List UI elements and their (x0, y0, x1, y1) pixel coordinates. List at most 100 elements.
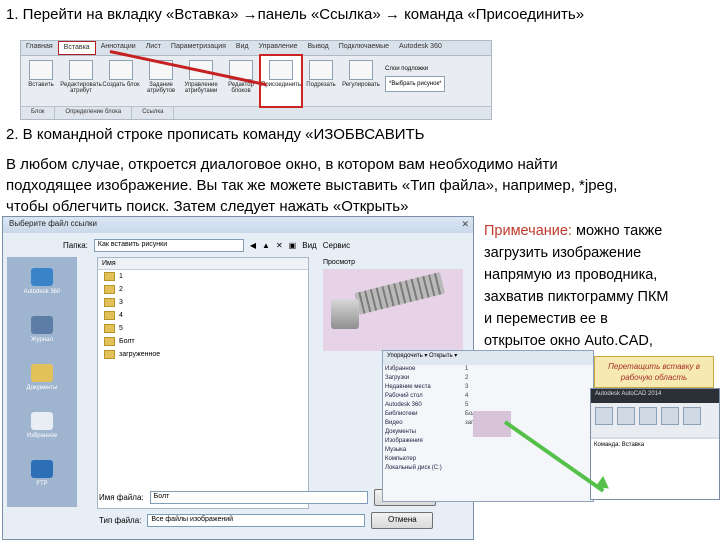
ribbon-tab[interactable]: Вывод (303, 41, 334, 55)
command-line: Команда: Вставка (594, 442, 645, 448)
manage-attributes-button[interactable]: Управление атрибутами (181, 56, 221, 106)
underlay-layers-item[interactable]: Слои подложки (385, 62, 445, 76)
place-item[interactable]: FTP (7, 449, 77, 497)
clip-button[interactable]: Подрезать (301, 56, 341, 106)
image-file-icon (104, 272, 115, 281)
note-text: Примечание: можно также загрузить изобра… (484, 220, 716, 352)
name-column-header[interactable]: Имя (98, 258, 308, 270)
file-row[interactable]: 3 (98, 296, 308, 309)
adjust-button[interactable]: Регулировать (341, 56, 381, 106)
note-line: захватив пиктограмму ПКМ (484, 289, 669, 305)
autocad-title: Autodesk AutoCAD 2014 (591, 389, 719, 403)
back-icon[interactable]: ◀ (250, 241, 256, 250)
ribbon-tab[interactable]: Параметризация (166, 41, 231, 55)
explorer-toolbar: Упорядочить ▾ Открыть ▾ (383, 351, 593, 365)
folder-dropdown[interactable]: Как вставить рисунки (93, 239, 244, 252)
close-icon[interactable]: ✕ (461, 219, 469, 230)
tools-menu[interactable]: Сервис (323, 241, 350, 250)
callout-note: Перетащить вставку в рабочую область (594, 356, 714, 388)
filetype-dropdown[interactable]: Все файлы изображений (147, 514, 366, 527)
cancel-button[interactable]: Отмена (371, 512, 434, 529)
ribbon-tabs: Главная Вставка Аннотации Лист Параметри… (21, 41, 491, 56)
bolt-head (331, 299, 359, 329)
step-2-text: 2. В командной строке прописать команду … (6, 126, 425, 143)
bolt-shaft (354, 272, 446, 315)
preview-label: Просмотр (323, 259, 355, 266)
file-row[interactable]: 2 (98, 283, 308, 296)
clip-icon (309, 60, 333, 80)
paragraph-line: чтобы облегчить поиск. Затем следует наж… (6, 198, 409, 215)
group-reference: Ссылка (132, 107, 175, 119)
file-row[interactable]: 1 (98, 270, 308, 283)
folder-label: Папка: (63, 241, 88, 250)
circle-tool-icon (639, 407, 657, 425)
ftp-icon (31, 459, 53, 478)
documents-folder-icon (31, 363, 53, 382)
ribbon-tab[interactable]: Вид (231, 41, 254, 55)
file-row[interactable]: Болт (98, 335, 308, 348)
note-line: и переместив ее в (484, 311, 608, 327)
places-sidebar: Autodesk 360 Журнал Документы Избранное … (7, 257, 77, 507)
text-tool-icon (683, 407, 701, 425)
explorer-screenshot: Упорядочить ▾ Открыть ▾ Избранное Загруз… (382, 350, 594, 502)
dialog-title: Выберите файл ссылки (3, 217, 473, 233)
place-item[interactable]: Autodesk 360 (7, 257, 77, 305)
file-row[interactable]: 4 (98, 309, 308, 322)
place-item[interactable]: Документы (7, 353, 77, 401)
ribbon-tab-insert[interactable]: Вставка (57, 41, 96, 55)
bolt-preview-image (323, 269, 463, 351)
explorer-tree: Избранное Загрузки Недавние места Рабочи… (385, 366, 442, 471)
place-item[interactable]: Журнал (7, 305, 77, 353)
arc-tool-icon (661, 407, 679, 425)
attach-button[interactable]: Присоединить (259, 54, 303, 108)
file-row[interactable]: 5 (98, 322, 308, 335)
note-line: напрямую из проводника, (484, 267, 658, 283)
drawing-area: Команда: Вставка (591, 439, 719, 499)
insert-icon (29, 60, 53, 80)
filename-label: Имя файла: (99, 493, 144, 502)
note-line: открытое окно Auto.CAD, (484, 333, 653, 349)
edit-attribute-icon (69, 60, 93, 80)
paragraph-line: В любом случае, откроется диалоговое окн… (6, 156, 558, 173)
instruction-paragraph: В любом случае, откроется диалоговое окн… (6, 154, 706, 217)
image-file-icon (104, 285, 115, 294)
file-row[interactable]: загруженное (98, 348, 308, 361)
ribbon-tab[interactable]: Подключаемые (334, 41, 394, 55)
note-line: загрузить изображение (484, 245, 642, 261)
image-file-icon (104, 298, 115, 307)
filetype-label: Тип файла: (99, 516, 142, 525)
favorites-icon (31, 411, 53, 430)
group-block-definition: Определение блока (55, 107, 133, 119)
create-block-button[interactable]: Создать блок (101, 56, 141, 106)
polyline-tool-icon (617, 407, 635, 425)
image-file-icon (104, 350, 115, 359)
select-image-dropdown[interactable]: *Выбрать рисунок* (385, 76, 446, 92)
step-1-text: 1. Перейти на вкладку «Вставка» →панель … (6, 6, 585, 23)
group-block: Блок (21, 107, 56, 119)
ribbon-tab[interactable]: Управление (254, 41, 303, 55)
ribbon-tab[interactable]: Лист (141, 41, 166, 55)
up-folder-icon[interactable]: ▲ (262, 241, 270, 250)
adjust-icon (349, 60, 373, 80)
image-file-icon (104, 311, 115, 320)
cloud-icon (31, 267, 53, 286)
history-icon (31, 315, 53, 334)
image-file-icon (104, 324, 115, 333)
line-tool-icon (595, 407, 613, 425)
attach-icon (269, 60, 293, 80)
view-menu[interactable]: Вид (302, 241, 316, 250)
autocad-ribbon (591, 403, 719, 437)
place-item[interactable]: Избранное (7, 401, 77, 449)
delete-icon[interactable]: ✕ (276, 241, 283, 250)
insert-block-button[interactable]: Вставить (21, 56, 61, 106)
note-label: Примечание: (484, 223, 572, 239)
image-file-icon (104, 337, 115, 346)
create-block-icon (109, 60, 133, 80)
paragraph-line: подходящее изображение. Вы так же можете… (6, 177, 618, 194)
filename-input[interactable]: Болт (149, 491, 368, 504)
file-list: Имя 1 2 3 4 5 Болт загруженное (97, 257, 309, 509)
new-folder-icon[interactable]: ▣ (289, 241, 297, 250)
ribbon-tab[interactable]: Autodesk 360 (394, 41, 447, 55)
ribbon-tab[interactable]: Главная (21, 41, 58, 55)
edit-attribute-button[interactable]: Редактировать атрибут (60, 56, 102, 106)
